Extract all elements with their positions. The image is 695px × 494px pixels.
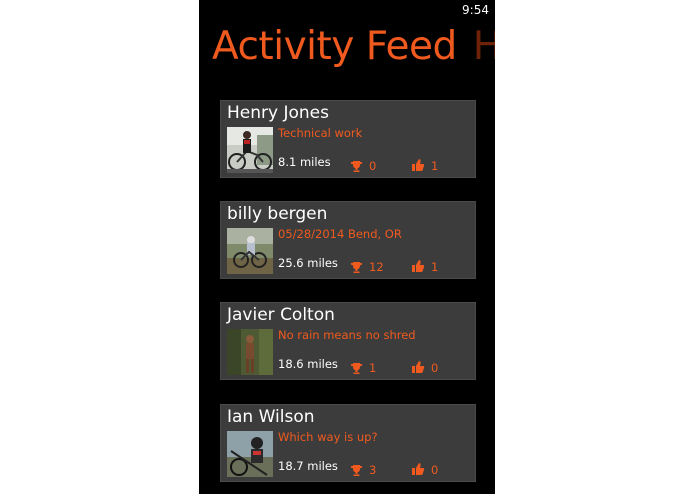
page-title: Activity Feed H <box>212 23 495 71</box>
activity-distance: 18.7 miles <box>278 459 338 473</box>
thumbs-up-icon[interactable] <box>411 258 425 277</box>
feed-item[interactable]: Henry Jones Technical work 8.1 miles 0 1 <box>220 100 476 178</box>
trophy-count: 1 <box>369 361 377 375</box>
status-bar-time: 9:54 <box>462 3 489 17</box>
athlete-name: Javier Colton <box>227 305 335 325</box>
activity-distance: 18.6 miles <box>278 357 338 371</box>
like-count: 1 <box>431 260 439 274</box>
activity-title[interactable]: 05/28/2014 Bend, OR <box>278 227 402 241</box>
trophy-count: 0 <box>369 159 377 173</box>
trophy-icon[interactable] <box>350 462 363 481</box>
activity-title[interactable]: Which way is up? <box>278 430 378 444</box>
phone-screen: 9:54 Activity Feed H Henry Jones Technica… <box>199 0 495 494</box>
thumbs-up-icon[interactable] <box>411 359 425 378</box>
pivot-title-next[interactable]: H <box>473 24 495 69</box>
activity-title[interactable]: No rain means no shred <box>278 328 416 342</box>
feed-item[interactable]: Ian Wilson Which way is up? 18.7 miles 3… <box>220 404 476 482</box>
activity-distance: 25.6 miles <box>278 256 338 270</box>
thumbs-up-icon[interactable] <box>411 157 425 176</box>
athlete-name: Henry Jones <box>227 103 329 123</box>
thumbs-up-icon[interactable] <box>411 461 425 480</box>
trophy-icon[interactable] <box>350 158 363 177</box>
activity-photo[interactable] <box>227 329 273 375</box>
pivot-title-current[interactable]: Activity Feed <box>212 24 457 69</box>
feed-item[interactable]: Javier Colton No rain means no shred 18.… <box>220 302 476 380</box>
activity-title[interactable]: Technical work <box>278 126 362 140</box>
feed-item[interactable]: billy bergen 05/28/2014 Bend, OR 25.6 mi… <box>220 201 476 279</box>
like-count: 1 <box>431 159 439 173</box>
like-count: 0 <box>431 463 439 477</box>
like-count: 0 <box>431 361 439 375</box>
trophy-count: 12 <box>369 260 384 274</box>
activity-photo[interactable] <box>227 228 273 274</box>
trophy-icon[interactable] <box>350 259 363 278</box>
trophy-count: 3 <box>369 463 377 477</box>
activity-distance: 8.1 miles <box>278 155 331 169</box>
athlete-name: billy bergen <box>227 204 328 224</box>
activity-photo[interactable] <box>227 127 273 173</box>
activity-photo[interactable] <box>227 431 273 477</box>
athlete-name: Ian Wilson <box>227 407 315 427</box>
trophy-icon[interactable] <box>350 360 363 379</box>
